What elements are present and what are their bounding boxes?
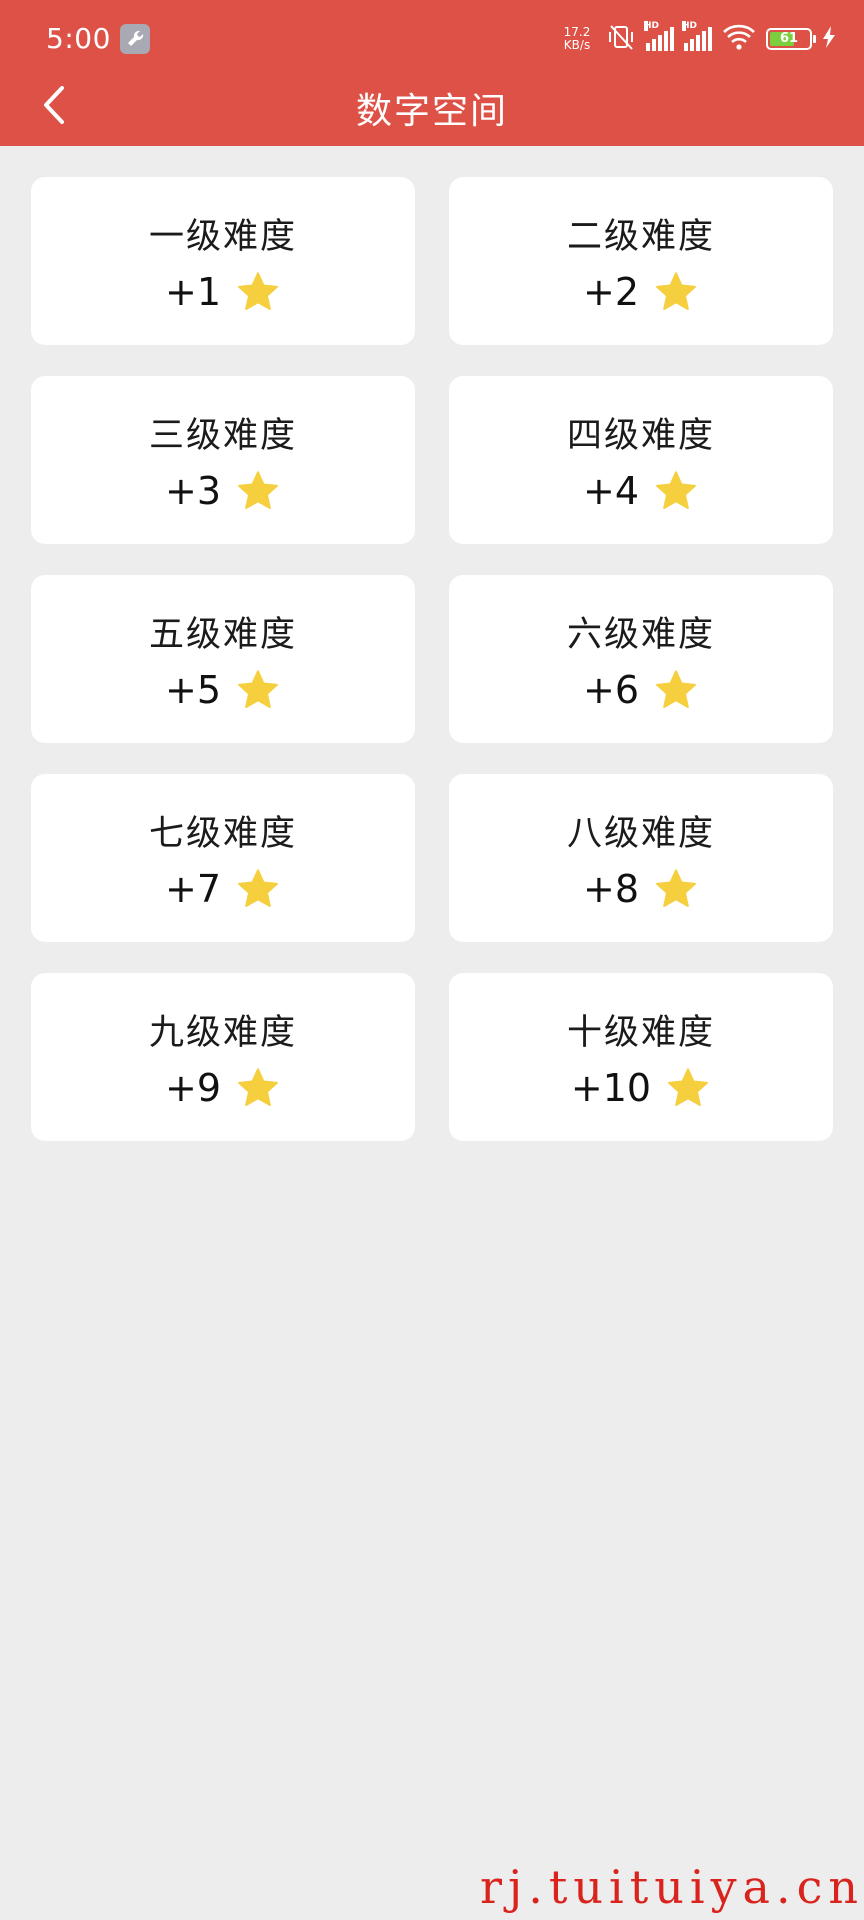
star-icon (235, 1065, 281, 1111)
wrench-icon (120, 24, 150, 54)
difficulty-title: 七级难度 (148, 813, 297, 854)
star-icon (665, 1065, 711, 1111)
difficulty-reward: +5 (165, 667, 281, 713)
charging-icon (822, 25, 836, 53)
difficulty-title: 六级难度 (566, 614, 715, 655)
difficulty-title: 二级难度 (566, 216, 715, 257)
difficulty-title: 八级难度 (566, 813, 715, 854)
difficulty-title: 一级难度 (148, 216, 297, 257)
star-icon (653, 667, 699, 713)
network-speed: 17.2 KB/s (558, 26, 596, 52)
difficulty-reward: +4 (583, 468, 699, 514)
difficulty-title: 五级难度 (148, 614, 297, 655)
star-icon (653, 269, 699, 315)
reward-value: +5 (164, 667, 222, 712)
star-icon (235, 866, 281, 912)
battery-icon: 61 (766, 28, 816, 50)
star-icon (235, 468, 281, 514)
signal-icon-1: HD (644, 21, 674, 51)
status-icons: 17.2 KB/s HD HD 61 (558, 21, 836, 56)
reward-value: +9 (164, 1065, 222, 1110)
reward-value: +3 (164, 468, 222, 513)
difficulty-card-8[interactable]: 八级难度 +8 (449, 774, 833, 942)
difficulty-reward: +7 (165, 866, 281, 912)
difficulty-reward: +1 (165, 269, 281, 315)
reward-value: +7 (164, 866, 222, 911)
difficulty-reward: +10 (571, 1065, 711, 1111)
battery-level: 61 (779, 31, 799, 46)
reward-value: +8 (582, 866, 640, 911)
app-header: 5:00 17.2 KB/s HD HD 61 数字空间 (0, 0, 864, 146)
difficulty-card-5[interactable]: 五级难度 +5 (31, 575, 415, 743)
status-time: 5:00 (46, 22, 111, 55)
difficulty-title: 十级难度 (566, 1012, 715, 1053)
difficulty-card-6[interactable]: 六级难度 +6 (449, 575, 833, 743)
difficulty-title: 九级难度 (148, 1012, 297, 1053)
reward-value: +2 (582, 269, 640, 314)
difficulty-card-10[interactable]: 十级难度 +10 (449, 973, 833, 1141)
difficulty-card-9[interactable]: 九级难度 +9 (31, 973, 415, 1141)
difficulty-card-4[interactable]: 四级难度 +4 (449, 376, 833, 544)
difficulty-grid: 一级难度 +1 二级难度 +2 三级难度 +3 四级难度 +4 五级难度 +5 (31, 177, 833, 1141)
vibrate-off-icon (606, 22, 636, 56)
difficulty-reward: +9 (165, 1065, 281, 1111)
signal-label-2: HD (682, 21, 698, 31)
difficulty-card-7[interactable]: 七级难度 +7 (31, 774, 415, 942)
difficulty-reward: +8 (583, 866, 699, 912)
watermark: rj.tuituiya.cn (480, 1860, 864, 1914)
difficulty-title: 三级难度 (148, 415, 297, 456)
difficulty-card-1[interactable]: 一级难度 +1 (31, 177, 415, 345)
page-title: 数字空间 (355, 91, 508, 132)
star-icon (653, 866, 699, 912)
difficulty-reward: +6 (583, 667, 699, 713)
star-icon (235, 667, 281, 713)
star-icon (235, 269, 281, 315)
star-icon (653, 468, 699, 514)
signal-label-1: HD (644, 21, 660, 31)
reward-value: +6 (582, 667, 640, 712)
difficulty-reward: +3 (165, 468, 281, 514)
status-bar: 5:00 17.2 KB/s HD HD 61 (0, 0, 864, 78)
difficulty-card-2[interactable]: 二级难度 +2 (449, 177, 833, 345)
difficulty-reward: +2 (583, 269, 699, 315)
wifi-icon (722, 23, 756, 55)
reward-value: +4 (582, 468, 640, 513)
network-speed-unit: KB/s (563, 38, 591, 52)
signal-icon-2: HD (682, 21, 712, 51)
difficulty-card-3[interactable]: 三级难度 +3 (31, 376, 415, 544)
reward-value: +10 (570, 1065, 652, 1110)
reward-value: +1 (164, 269, 222, 314)
difficulty-title: 四级难度 (566, 415, 715, 456)
